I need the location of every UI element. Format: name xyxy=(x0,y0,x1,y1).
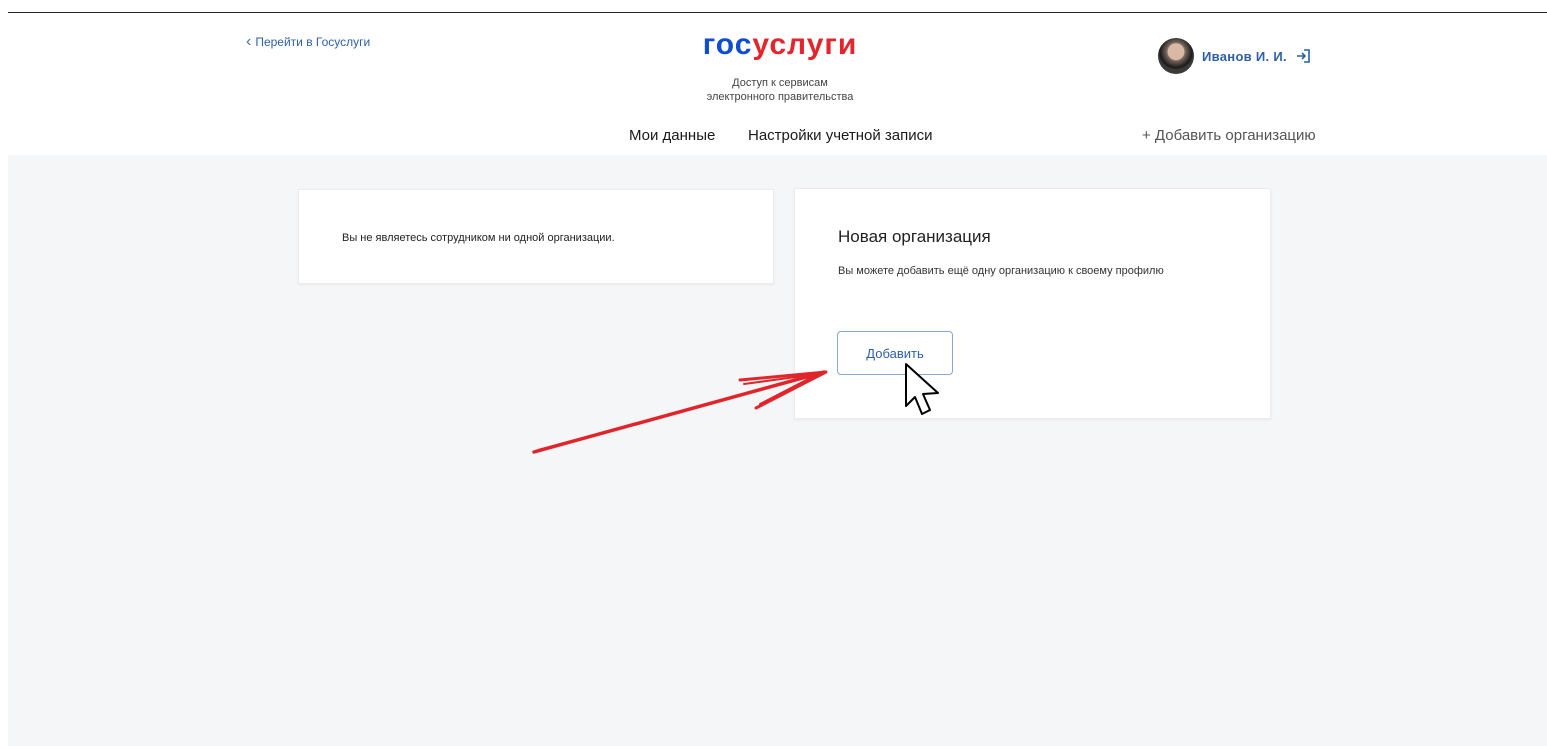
organizations-card: Вы не являетесь сотрудником ни одной орг… xyxy=(298,189,774,284)
subtitle-line-2: электронного правительства xyxy=(706,91,854,103)
user-name[interactable]: Иванов И. И. xyxy=(1202,49,1287,64)
new-organization-description: Вы можете добавить ещё одну организацию … xyxy=(838,265,1164,277)
add-organization-link[interactable]: + Добавить организацию xyxy=(1142,127,1316,144)
no-organizations-message: Вы не являетесь сотрудником ни одной орг… xyxy=(342,232,615,244)
new-organization-title: Новая организация xyxy=(838,227,991,246)
new-organization-card: Новая организация Вы можете добавить ещё… xyxy=(794,188,1271,419)
back-to-gosuslugi-link[interactable]: ‹ Перейти в Госуслуги xyxy=(246,33,371,50)
subtitle-line-1: Доступ к сервисам xyxy=(732,77,828,89)
logout-icon[interactable] xyxy=(1295,48,1311,64)
tab-account-settings[interactable]: Настройки учетной записи xyxy=(748,127,933,144)
logo-part-uslugi: услуги xyxy=(752,28,858,61)
tab-my-data[interactable]: Мои данные xyxy=(629,127,715,144)
back-link-label: Перейти в Госуслуги xyxy=(255,35,371,49)
gosuslugi-logo[interactable]: госуслуги xyxy=(690,28,870,62)
logo-subtitle: Доступ к сервисам электронного правитель… xyxy=(660,76,900,104)
chevron-left-icon: ‹ xyxy=(246,33,252,50)
add-organization-button[interactable]: Добавить xyxy=(837,331,953,375)
main-content-area xyxy=(8,155,1547,746)
user-menu[interactable]: Иванов И. И. xyxy=(1158,38,1311,74)
logo-part-gos: гос xyxy=(702,28,753,61)
avatar[interactable] xyxy=(1158,38,1194,74)
